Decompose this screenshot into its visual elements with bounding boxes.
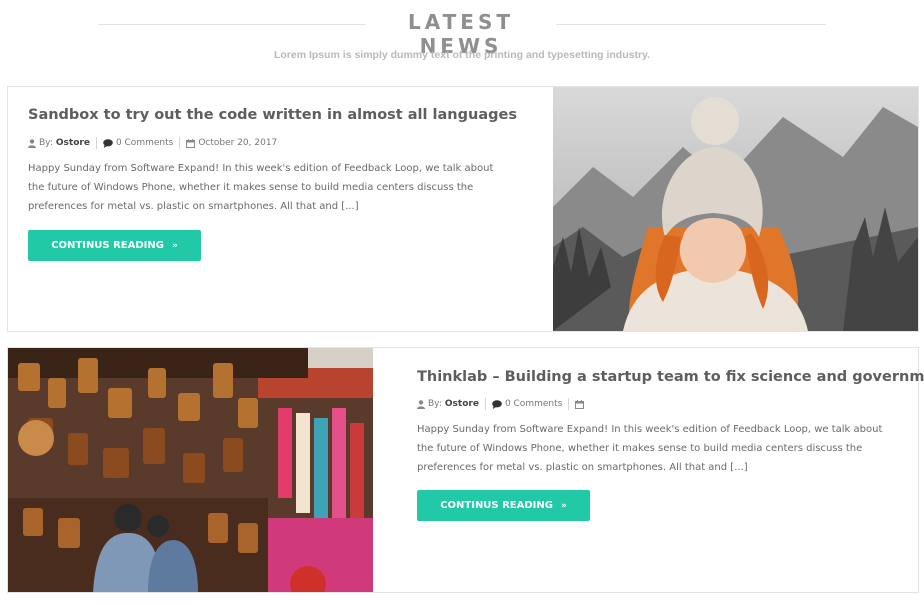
excerpt-line: the future of Windows Phone, whether it … — [417, 443, 863, 454]
excerpt-line: Happy Sunday from Software Expand! In th… — [28, 163, 494, 174]
excerpt-line: Happy Sunday from Software Expand! In th… — [417, 424, 883, 435]
section-header: LATEST NEWS Lorem Ipsum is simply dummy … — [0, 0, 924, 80]
comment-icon — [492, 399, 502, 409]
user-icon — [28, 138, 36, 148]
continue-reading-button[interactable]: CONTINUS READING » — [28, 230, 201, 261]
news-card: Sandbox to try out the code written in a… — [7, 86, 919, 332]
post-title-link[interactable]: Thinklab – Building a startup team to fi… — [417, 369, 924, 385]
post-meta: By: Ostore 0 Comments — [417, 398, 587, 410]
post-excerpt: Happy Sunday from Software Expand! In th… — [417, 420, 897, 477]
by-label: By: — [39, 138, 53, 148]
button-label: CONTINUS READING — [440, 500, 553, 511]
comments-link[interactable]: 0 Comments — [505, 399, 562, 409]
double-chevron-right-icon: » — [560, 500, 567, 511]
by-label: By: — [428, 399, 442, 409]
excerpt-line: preferences for metal vs. plastic on sma… — [417, 462, 748, 473]
section-subtitle: Lorem Ipsum is simply dummy text of the … — [273, 49, 651, 61]
header-divider-right — [556, 24, 826, 25]
post-title-link[interactable]: Sandbox to try out the code written in a… — [28, 107, 517, 123]
post-date: October 20, 2017 — [198, 138, 278, 148]
excerpt-line: preferences for metal vs. plastic on sma… — [28, 201, 359, 212]
user-icon — [417, 399, 425, 409]
comment-icon — [103, 138, 113, 148]
post-excerpt: Happy Sunday from Software Expand! In th… — [28, 159, 508, 216]
excerpt-line: the future of Windows Phone, whether it … — [28, 182, 474, 193]
post-meta: By: Ostore 0 Comments October 20, 2017 — [28, 137, 277, 149]
news-card: Thinklab – Building a startup team to fi… — [7, 347, 924, 593]
market-bags-photo — [8, 348, 373, 592]
button-label: CONTINUS READING — [51, 240, 164, 251]
header-divider-left — [98, 24, 366, 25]
comments-link[interactable]: 0 Comments — [116, 138, 173, 148]
author-link[interactable]: Ostore — [445, 399, 479, 409]
author-link[interactable]: Ostore — [56, 138, 90, 148]
continue-reading-button[interactable]: CONTINUS READING » — [417, 490, 590, 521]
calendar-icon — [186, 138, 196, 148]
girl-in-knit-hat-photo — [553, 87, 918, 331]
double-chevron-right-icon: » — [171, 240, 178, 251]
calendar-icon — [575, 399, 585, 409]
